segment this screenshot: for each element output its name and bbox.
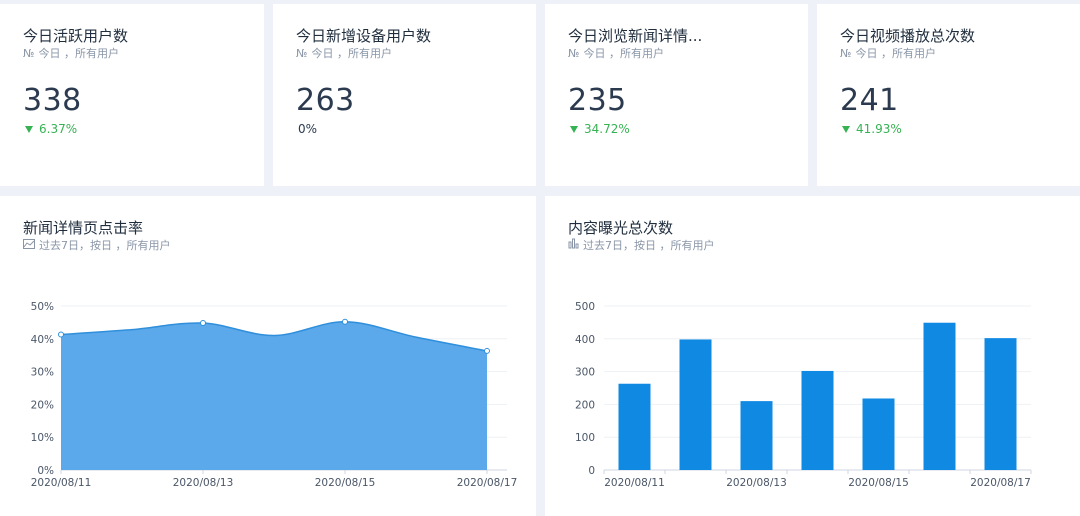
kpi-change: 0% bbox=[296, 121, 513, 137]
x-tick-label: 2020/08/15 bbox=[848, 477, 909, 489]
kpi-subtitle-text: 今日 ，所有用户 bbox=[855, 47, 936, 60]
bar bbox=[923, 322, 956, 470]
y-tick-label: 40% bbox=[31, 334, 54, 346]
area-chart: 0% 10% 20% 30% 40% 50% 2020/08/11 2020/08/13 202… bbox=[31, 301, 518, 489]
kpi-change-text: 0% bbox=[298, 122, 318, 136]
kpi-change: 34.72% bbox=[568, 121, 785, 137]
kpi-subtitle-text: 今日 ，所有用户 bbox=[311, 47, 392, 60]
x-tick-label: 2020/08/13 bbox=[726, 477, 787, 489]
kpi-title: 今日浏览新闻详情... bbox=[568, 27, 703, 45]
kpi-change-text: 41.93% bbox=[856, 122, 902, 136]
data-point bbox=[342, 318, 348, 325]
y-tick-label: 400 bbox=[575, 334, 595, 346]
kpi-value: 235 bbox=[568, 83, 627, 118]
kpi-subtitle-text: 今日 ，所有用户 bbox=[38, 47, 119, 60]
y-tick-label: 0 bbox=[588, 465, 595, 477]
kpi-subtitle: № 今日 ，所有用户 bbox=[296, 46, 513, 62]
no-sign-icon: № bbox=[23, 47, 35, 60]
bar-chart: 0 100 200 300 400 500 2020/08/11 2020/08/13 2020… bbox=[575, 301, 1032, 489]
kpi-change: 6.37% bbox=[23, 121, 241, 137]
chart-card-exposure-count[interactable]: 内容曝光总次数 过去7日，按日 ，所有用户 0 100 200 300 400 500 20… bbox=[545, 196, 1080, 516]
chart-card-click-rate[interactable]: 新闻详情页点击率 过去7日，按日 ，所有用户 0% 10% 20% 30% 40% 50%… bbox=[0, 196, 536, 516]
y-tick-label: 20% bbox=[31, 399, 54, 411]
kpi-value: 338 bbox=[23, 83, 82, 118]
kpi-card-video-plays[interactable]: 今日视频播放总次数 № 今日 ，所有用户 241 41.93% bbox=[817, 4, 1080, 186]
kpi-subtitle: № 今日 ，所有用户 bbox=[23, 46, 241, 62]
kpi-card-news-detail-views[interactable]: 今日浏览新闻详情... № 今日 ，所有用户 235 34.72% bbox=[545, 4, 808, 186]
triangle-down-icon bbox=[570, 125, 578, 133]
bar bbox=[801, 370, 834, 470]
area-fill bbox=[61, 321, 487, 470]
kpi-change-text: 34.72% bbox=[584, 122, 630, 136]
y-tick-label: 30% bbox=[31, 367, 54, 379]
kpi-subtitle: № 今日 ，所有用户 bbox=[840, 46, 1057, 62]
x-tick-label: 2020/08/15 bbox=[315, 477, 376, 489]
y-tick-label: 200 bbox=[575, 399, 595, 411]
y-tick-label: 10% bbox=[31, 432, 54, 444]
bar bbox=[862, 398, 895, 470]
y-tick-label: 100 bbox=[575, 432, 595, 444]
kpi-value: 241 bbox=[840, 83, 899, 118]
kpi-title: 今日活跃用户数 bbox=[23, 27, 129, 45]
x-tick-label: 2020/08/11 bbox=[604, 477, 665, 489]
x-tick-label: 2020/08/17 bbox=[457, 477, 518, 489]
no-sign-icon: № bbox=[568, 47, 580, 60]
x-tick-label: 2020/08/17 bbox=[970, 477, 1031, 489]
bar bbox=[740, 401, 773, 470]
x-tick-label: 2020/08/11 bbox=[31, 477, 92, 489]
triangle-down-icon bbox=[25, 125, 33, 133]
kpi-title: 今日视频播放总次数 bbox=[840, 27, 976, 45]
no-sign-icon: № bbox=[840, 47, 852, 60]
x-tick-label: 2020/08/13 bbox=[173, 477, 234, 489]
kpi-change-text: 6.37% bbox=[39, 122, 78, 136]
y-tick-label: 500 bbox=[575, 301, 595, 313]
data-point bbox=[484, 347, 490, 354]
kpi-card-active-users[interactable]: 今日活跃用户数 № 今日 ，所有用户 338 6.37% bbox=[0, 4, 264, 186]
y-tick-label: 50% bbox=[31, 301, 54, 313]
kpi-card-new-device-users[interactable]: 今日新增设备用户数 № 今日 ，所有用户 263 0% bbox=[273, 4, 536, 186]
kpi-value: 263 bbox=[296, 83, 355, 118]
triangle-down-icon bbox=[842, 125, 850, 133]
kpi-subtitle-text: 今日 ，所有用户 bbox=[583, 47, 664, 60]
y-tick-label: 300 bbox=[575, 367, 595, 379]
kpi-title: 今日新增设备用户数 bbox=[296, 27, 432, 45]
no-sign-icon: № bbox=[296, 47, 308, 60]
data-point bbox=[200, 320, 206, 327]
kpi-subtitle: № 今日 ，所有用户 bbox=[568, 46, 785, 62]
kpi-change: 41.93% bbox=[840, 121, 1057, 137]
bar bbox=[984, 338, 1017, 470]
bar bbox=[679, 339, 712, 470]
bar bbox=[618, 383, 651, 470]
data-point bbox=[58, 331, 64, 338]
y-tick-label: 0% bbox=[37, 465, 54, 477]
